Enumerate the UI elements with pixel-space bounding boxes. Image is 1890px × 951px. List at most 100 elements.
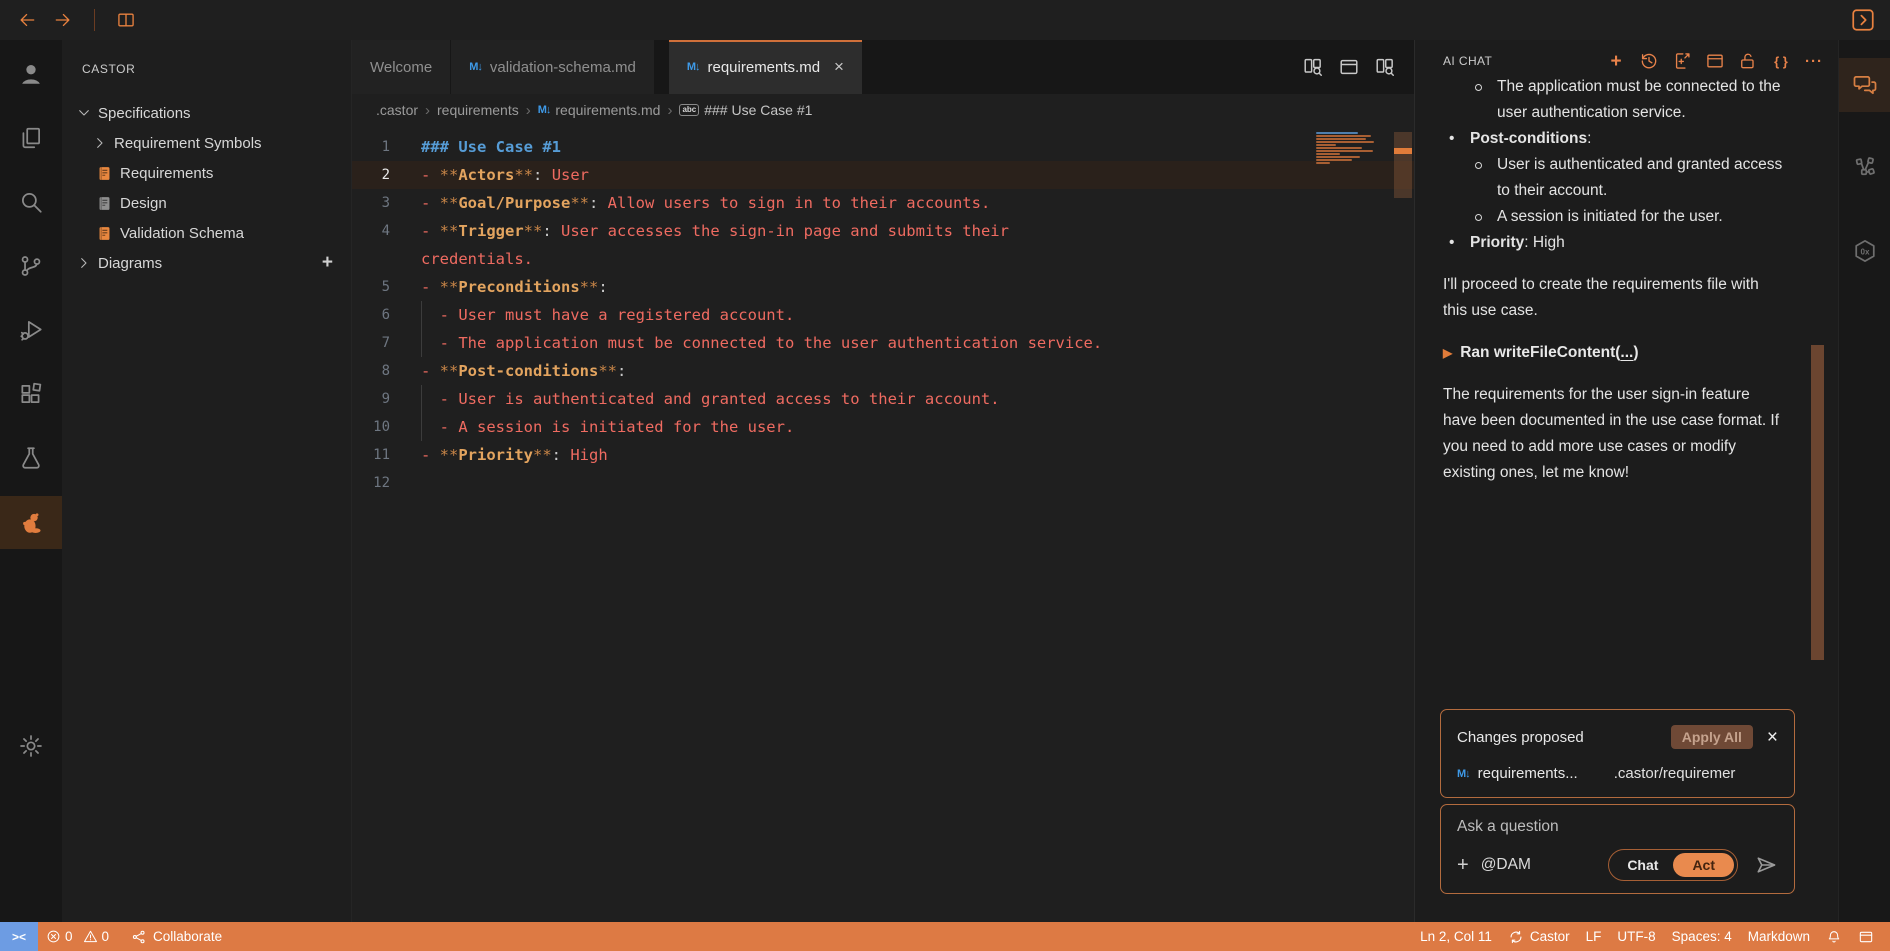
problems[interactable]: 00 (38, 922, 123, 951)
editor-line-10[interactable]: 10 - A session is initiated for the user… (352, 413, 1414, 441)
rightbar-hex-tool[interactable]: 0x (1839, 224, 1890, 278)
mode-chat[interactable]: Chat (1612, 853, 1673, 877)
history-button[interactable] (1639, 51, 1659, 71)
forward-button[interactable] (48, 7, 78, 33)
tree-item-diagrams[interactable]: Diagrams+ (62, 248, 351, 278)
editor-scrollbar[interactable] (1394, 132, 1412, 198)
tab-welcome[interactable]: Welcome (352, 40, 451, 94)
chevron-right-icon (92, 135, 108, 151)
customize-layout-button[interactable] (1338, 56, 1360, 78)
line-number[interactable]: 3 (352, 189, 402, 217)
add-diagram-button[interactable]: + (316, 252, 339, 274)
editor-line-4[interactable]: 4- **Trigger**: User accesses the sign-i… (352, 217, 1414, 245)
chat-messages: The application must be connected to the… (1415, 74, 1838, 709)
changed-file-path: .castor/requiremer (1614, 765, 1778, 782)
statusbar-eol-sequence[interactable]: LF (1578, 922, 1610, 951)
editor-line-2[interactable]: 2- **Actors**: User (352, 161, 1414, 189)
chevron-down-icon (76, 105, 92, 121)
open-changes-button[interactable] (1302, 56, 1324, 78)
toggle-secondary-panel-button[interactable] (1848, 7, 1878, 33)
send-icon[interactable] (1754, 853, 1778, 877)
mention-chip[interactable]: @DAM (1481, 856, 1531, 874)
activitybar-account[interactable] (0, 48, 62, 100)
statusbar-collaborate[interactable]: Collaborate (123, 922, 230, 951)
split-editor-right-button[interactable] (1374, 56, 1396, 78)
rightbar-ai-chat[interactable] (1839, 58, 1890, 112)
line-number[interactable]: 7 (352, 329, 402, 357)
close-icon[interactable]: × (834, 57, 844, 77)
activitybar-explorer[interactable] (0, 112, 62, 164)
back-button[interactable] (12, 7, 42, 33)
tree-item-specifications[interactable]: Specifications (62, 98, 351, 128)
editor-line-3[interactable]: 3- **Goal/Purpose**: Allow users to sign… (352, 189, 1414, 217)
tab-validation-schema-md[interactable]: M↓validation-schema.md (451, 40, 655, 94)
editor-layout-button[interactable] (1705, 51, 1725, 71)
breadcrumb-item-use-case-1[interactable]: abc### Use Case #1 (679, 102, 812, 118)
activitybar-castor[interactable] (0, 496, 62, 549)
apply-all-button[interactable]: Apply All (1671, 725, 1753, 749)
activitybar-settings[interactable] (0, 720, 62, 772)
line-number[interactable]: 9 (352, 385, 402, 413)
statusbar-cursor-position[interactable]: Ln 2, Col 11 (1412, 922, 1500, 951)
minimap[interactable] (1316, 132, 1384, 164)
attach-button[interactable]: + (1457, 854, 1469, 877)
editor-line-8[interactable]: 8- **Post-conditions**: (352, 357, 1414, 385)
breadcrumb-item-requirements[interactable]: requirements (437, 102, 519, 118)
editor-line-11[interactable]: 11- **Priority**: High (352, 441, 1414, 469)
changed-file-row[interactable]: M↓ requirements... .castor/requiremer (1457, 765, 1778, 782)
export-chat-button[interactable] (1672, 51, 1692, 71)
activitybar-search[interactable] (0, 176, 62, 228)
line-number[interactable]: 11 (352, 441, 402, 469)
breadcrumb-item-requirements-md[interactable]: M↓requirements.md (538, 102, 661, 118)
chat-list-subitem: User is authenticated and granted access… (1443, 152, 1786, 204)
mode-toggle[interactable]: Chat Act (1608, 849, 1738, 881)
remote-indicator[interactable]: >< (0, 922, 38, 951)
code-editor[interactable]: 1### Use Case #12- **Actors**: User3- **… (352, 126, 1414, 922)
statusbar-panel-layout[interactable] (1850, 922, 1882, 951)
editor-line-6[interactable]: 6 - User must have a registered account. (352, 301, 1414, 329)
markdown-icon: M↓ (538, 104, 551, 116)
line-number[interactable]: 2 (352, 161, 402, 189)
line-number[interactable] (352, 245, 402, 273)
tree-item-requirements[interactable]: Requirements (62, 158, 351, 188)
line-number[interactable]: 1 (352, 133, 402, 161)
close-icon[interactable]: × (1767, 728, 1778, 747)
rightbar-diagram-tool[interactable] (1839, 140, 1890, 194)
editor-line-12[interactable]: 12 (352, 469, 1414, 497)
activitybar-extensions[interactable] (0, 368, 62, 420)
code-context-button[interactable]: { } (1771, 51, 1791, 71)
line-number[interactable]: 5 (352, 273, 402, 301)
chat-scrollbar[interactable] (1811, 345, 1824, 660)
activitybar-run-debug[interactable] (0, 304, 62, 356)
editor-line-wrap[interactable]: credentials. (352, 245, 1414, 273)
editor-line-1[interactable]: 1### Use Case #1 (352, 133, 1414, 161)
split-editor-button[interactable] (111, 7, 141, 33)
chat-input-card: + @DAM Chat Act (1440, 804, 1795, 894)
line-number[interactable]: 4 (352, 217, 402, 245)
statusbar-encoding[interactable]: UTF-8 (1609, 922, 1663, 951)
breadcrumb-item-castor[interactable]: .castor (376, 102, 418, 118)
activitybar-source-control[interactable] (0, 240, 62, 292)
tree-item-validation-schema[interactable]: Validation Schema (62, 218, 351, 248)
editor-line-7[interactable]: 7 - The application must be connected to… (352, 329, 1414, 357)
tool-call-row[interactable]: ▶Ran writeFileContent(...) (1443, 340, 1786, 366)
activitybar-testing[interactable] (0, 432, 62, 484)
tree-item-design[interactable]: Design (62, 188, 351, 218)
line-number[interactable]: 6 (352, 301, 402, 329)
editor-line-9[interactable]: 9 - User is authenticated and granted ac… (352, 385, 1414, 413)
statusbar-language-mode[interactable]: Markdown (1740, 922, 1818, 951)
editor-line-5[interactable]: 5- **Preconditions**: (352, 273, 1414, 301)
mode-act[interactable]: Act (1673, 853, 1734, 877)
lock-button[interactable] (1738, 51, 1758, 71)
line-number[interactable]: 12 (352, 469, 402, 497)
statusbar-notifications[interactable] (1818, 922, 1850, 951)
more-actions-button[interactable]: ··· (1804, 51, 1824, 71)
statusbar-indentation[interactable]: Spaces: 4 (1664, 922, 1740, 951)
tree-item-requirement-symbols[interactable]: Requirement Symbols (62, 128, 351, 158)
statusbar-castor-sync[interactable]: Castor (1500, 922, 1578, 951)
tab-requirements-md[interactable]: M↓requirements.md× (669, 40, 863, 94)
new-chat-button[interactable]: + (1606, 51, 1626, 71)
chat-input[interactable] (1457, 818, 1778, 836)
line-number[interactable]: 8 (352, 357, 402, 385)
line-number[interactable]: 10 (352, 413, 402, 441)
